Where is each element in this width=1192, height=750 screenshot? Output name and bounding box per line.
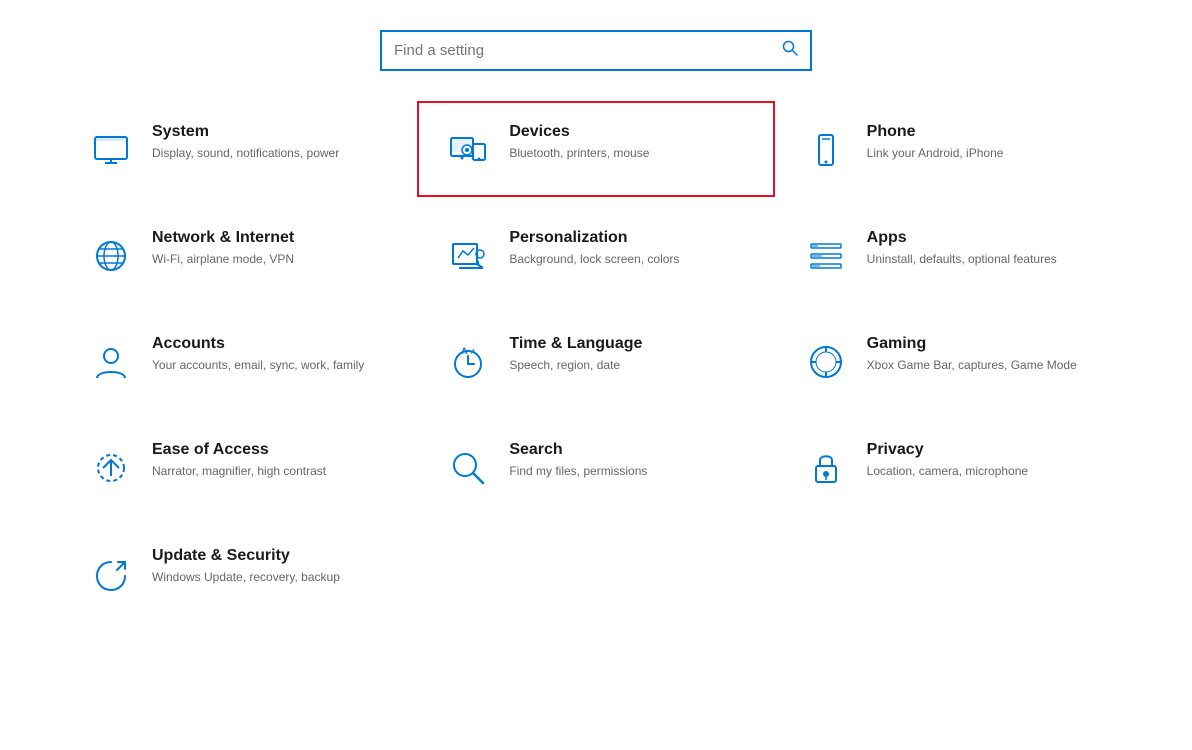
privacy-icon	[801, 443, 851, 493]
search-container	[60, 30, 1132, 71]
setting-desc-devices: Bluetooth, printers, mouse	[509, 145, 649, 162]
svg-text:A: A	[471, 349, 476, 356]
setting-title-gaming: Gaming	[867, 335, 1077, 353]
setting-title-update: Update & Security	[152, 547, 340, 565]
setting-desc-search: Find my files, permissions	[509, 463, 647, 480]
accounts-icon	[86, 337, 136, 387]
setting-title-phone: Phone	[867, 123, 1004, 141]
setting-title-system: System	[152, 123, 339, 141]
setting-title-personalization: Personalization	[509, 229, 679, 247]
setting-item-ease[interactable]: Ease of Access Narrator, magnifier, high …	[60, 419, 417, 515]
setting-item-devices[interactable]: Devices Bluetooth, printers, mouse	[417, 101, 774, 197]
setting-item-search[interactable]: Search Find my files, permissions	[417, 419, 774, 515]
phone-icon	[801, 125, 851, 175]
settings-page: System Display, sound, notifications, pow…	[0, 0, 1192, 750]
setting-desc-gaming: Xbox Game Bar, captures, Game Mode	[867, 357, 1077, 374]
devices-icon	[443, 125, 493, 175]
setting-desc-phone: Link your Android, iPhone	[867, 145, 1004, 162]
svg-text:A: A	[461, 346, 468, 356]
update-icon	[86, 549, 136, 599]
system-icon	[86, 125, 136, 175]
search-bar[interactable]	[380, 30, 812, 71]
settings-grid: System Display, sound, notifications, pow…	[60, 101, 1132, 621]
setting-title-privacy: Privacy	[867, 441, 1028, 459]
ease-icon	[86, 443, 136, 493]
setting-title-apps: Apps	[867, 229, 1057, 247]
search-settings-icon	[443, 443, 493, 493]
setting-title-network: Network & Internet	[152, 229, 294, 247]
setting-desc-apps: Uninstall, defaults, optional features	[867, 251, 1057, 268]
search-input[interactable]	[394, 42, 782, 59]
setting-desc-privacy: Location, camera, microphone	[867, 463, 1028, 480]
setting-item-privacy[interactable]: Privacy Location, camera, microphone	[775, 419, 1132, 515]
personalization-icon	[443, 231, 493, 281]
setting-title-accounts: Accounts	[152, 335, 364, 353]
setting-desc-update: Windows Update, recovery, backup	[152, 569, 340, 586]
search-icon	[782, 40, 798, 61]
time-icon: A A	[443, 337, 493, 387]
setting-desc-network: Wi-Fi, airplane mode, VPN	[152, 251, 294, 268]
setting-desc-time: Speech, region, date	[509, 357, 642, 374]
setting-item-update[interactable]: Update & Security Windows Update, recover…	[60, 525, 417, 621]
setting-title-time: Time & Language	[509, 335, 642, 353]
setting-desc-personalization: Background, lock screen, colors	[509, 251, 679, 268]
setting-item-network[interactable]: Network & Internet Wi-Fi, airplane mode, …	[60, 207, 417, 303]
apps-icon	[801, 231, 851, 281]
setting-desc-ease: Narrator, magnifier, high contrast	[152, 463, 326, 480]
setting-desc-system: Display, sound, notifications, power	[152, 145, 339, 162]
setting-title-ease: Ease of Access	[152, 441, 326, 459]
setting-desc-accounts: Your accounts, email, sync, work, family	[152, 357, 364, 374]
setting-item-gaming[interactable]: Gaming Xbox Game Bar, captures, Game Mode	[775, 313, 1132, 409]
setting-item-apps[interactable]: Apps Uninstall, defaults, optional featur…	[775, 207, 1132, 303]
setting-item-phone[interactable]: Phone Link your Android, iPhone	[775, 101, 1132, 197]
gaming-icon	[801, 337, 851, 387]
setting-title-search: Search	[509, 441, 647, 459]
setting-item-accounts[interactable]: Accounts Your accounts, email, sync, work…	[60, 313, 417, 409]
network-icon	[86, 231, 136, 281]
setting-title-devices: Devices	[509, 123, 649, 141]
setting-item-system[interactable]: System Display, sound, notifications, pow…	[60, 101, 417, 197]
setting-item-personalization[interactable]: Personalization Background, lock screen, …	[417, 207, 774, 303]
setting-item-time[interactable]: A A Time & Language Speech, region, date	[417, 313, 774, 409]
